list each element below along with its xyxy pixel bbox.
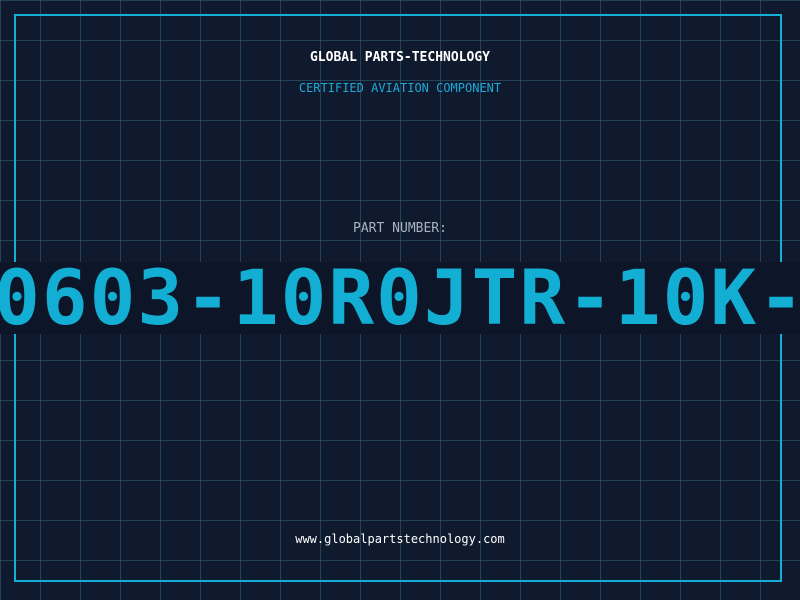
certification-subtitle: CERTIFIED AVIATION COMPONENT [298,81,502,95]
label-canvas: GLOBAL PARTS-TECHNOLOGY CERTIFIED AVIATI… [0,0,800,600]
part-number-value: CR0603-10R0JTR-10K-15 [0,262,800,334]
part-number-label: PART NUMBER: [353,221,447,236]
company-name: GLOBAL PARTS-TECHNOLOGY [309,50,490,65]
website-url: www.globalpartstechnology.com [295,532,505,546]
part-number-band: CR0603-10R0JTR-10K-15 [0,262,800,334]
